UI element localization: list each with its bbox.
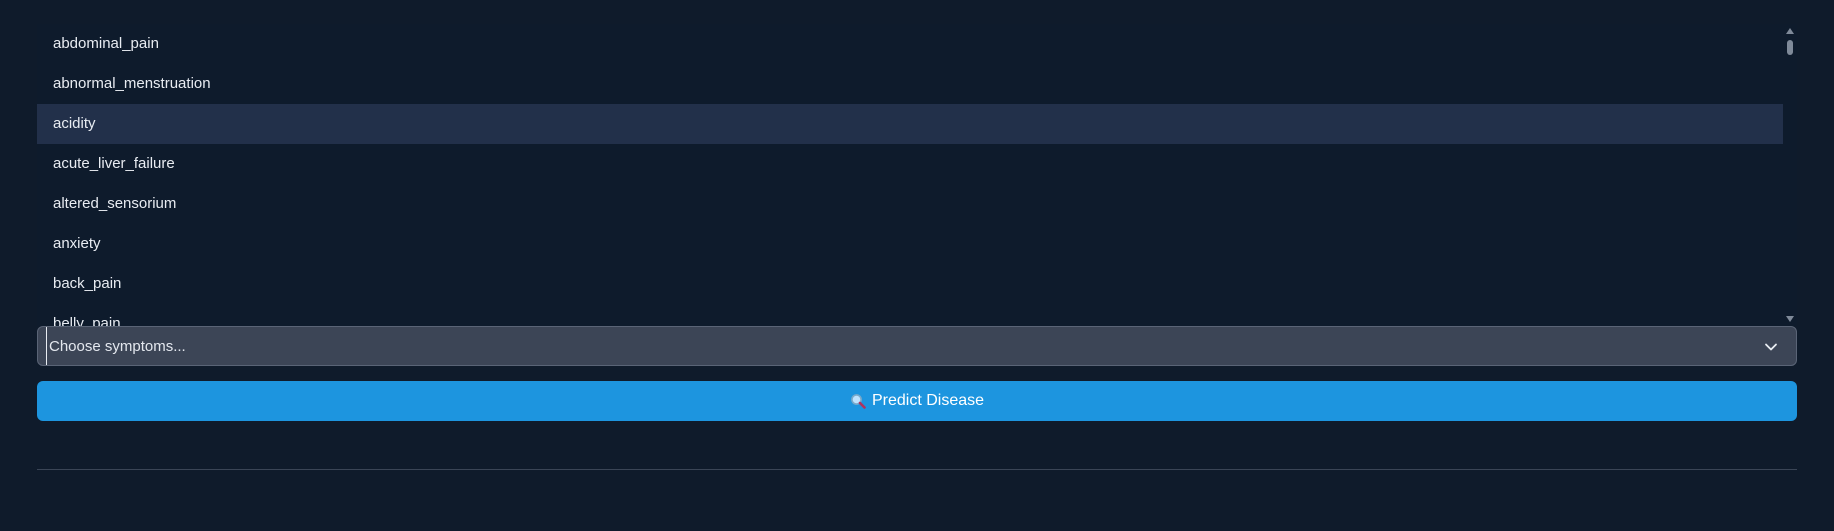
option-anxiety[interactable]: anxiety [37,224,1783,264]
symptoms-search-input[interactable] [46,327,1749,365]
options-scrollbar[interactable] [1782,24,1797,326]
section-divider [37,469,1797,470]
option-acidity[interactable]: acidity [37,104,1783,144]
symptom-options-list[interactable]: abdominal_pain abnormal_menstruation aci… [37,24,1797,326]
option-acute-liver-failure[interactable]: acute_liver_failure [37,144,1783,184]
option-altered-sensorium[interactable]: altered_sensorium [37,184,1783,224]
magnifier-icon [851,394,866,409]
scroll-up-arrow-icon[interactable] [1786,28,1794,34]
option-back-pain[interactable]: back_pain [37,264,1783,304]
scroll-thumb[interactable] [1787,40,1793,55]
option-abdominal-pain[interactable]: abdominal_pain [37,24,1783,64]
predict-button-label: Predict Disease [871,392,985,409]
option-belly-pain[interactable]: belly_pain [37,304,1783,326]
scroll-down-arrow-icon[interactable] [1786,316,1794,322]
symptoms-select[interactable] [37,326,1797,366]
app-frame: abdominal_pain abnormal_menstruation aci… [0,0,1834,531]
chevron-down-icon[interactable] [1764,340,1778,354]
option-abnormal-menstruation[interactable]: abnormal_menstruation [37,64,1783,104]
predict-disease-button[interactable]: Predict Disease [37,381,1797,421]
